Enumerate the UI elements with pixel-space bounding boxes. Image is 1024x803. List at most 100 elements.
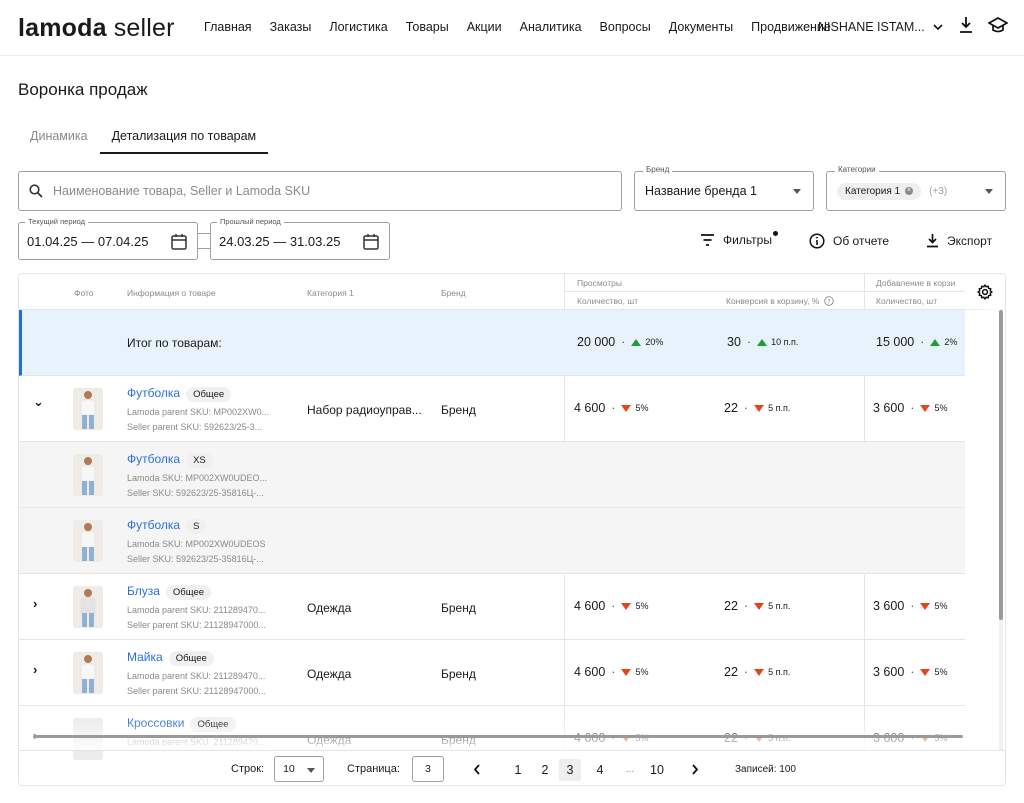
nav-item[interactable]: Заказы: [270, 20, 312, 34]
table-row[interactable]: › Блуза Общее Lamoda parent SKU: 211289470.…: [19, 574, 965, 640]
remove-chip-icon[interactable]: ×: [905, 187, 914, 195]
table-row[interactable]: ⌄ Футболка Общее Lamoda parent SKU: MP002XW…: [19, 376, 965, 442]
caret-down-icon: [985, 189, 993, 194]
collapse-row-icon[interactable]: ⌄: [33, 394, 44, 410]
rows-value: 10: [283, 763, 295, 775]
total-views-change: 20%: [645, 337, 664, 347]
page-number[interactable]: 10: [646, 759, 668, 781]
expand-row-icon[interactable]: ›: [33, 662, 37, 677]
top-bar: lamoda seller Главная Заказы Логистика Това…: [0, 0, 1024, 56]
calendar-icon[interactable]: [171, 233, 187, 250]
cart-metric-value: 3 600: [873, 665, 905, 679]
product-photo[interactable]: [73, 454, 103, 496]
brand-select[interactable]: Бренд Название бренда 1: [634, 165, 814, 211]
gear-icon[interactable]: [977, 284, 993, 300]
variant-row[interactable]: Футболка XS Lamoda SKU: MP002XW0UDEO... Sel…: [19, 442, 965, 508]
nav-item[interactable]: Товары: [406, 20, 449, 34]
category-select[interactable]: Категории Категория 1 × (+3): [826, 165, 1006, 211]
arrow-down-icon: [621, 404, 632, 412]
chevron-down-icon: [933, 23, 943, 30]
help-icon[interactable]: ?: [824, 296, 835, 306]
views-metric-value: 4 600: [574, 599, 606, 613]
variant-tag: XS: [186, 453, 213, 468]
brand-value: Название бренда 1: [645, 184, 757, 198]
seller-sku: Seller SKU: 592623/25-35816Ц-...: [127, 554, 264, 564]
nav-item[interactable]: Аналитика: [520, 20, 582, 34]
nav-item[interactable]: Документы: [669, 20, 733, 34]
total-views-value: 20 000: [577, 335, 616, 349]
horizontal-scrollbar-thumb[interactable]: [33, 735, 963, 738]
conv-metric-change: 5 п.п.: [768, 667, 791, 677]
cart-metric-change: 5%: [934, 667, 948, 677]
export-button[interactable]: Экспорт: [926, 233, 992, 248]
total-conv: 30 · 10 п.п.: [727, 335, 799, 349]
calendar-icon[interactable]: [363, 233, 379, 250]
product-photo[interactable]: [73, 586, 103, 628]
product-name-link[interactable]: Майка: [127, 650, 163, 664]
page-number[interactable]: 2: [534, 759, 556, 781]
conv-metric-change: 5 п.п.: [768, 403, 791, 413]
tabs: Динамика Детализация по товарам: [18, 122, 1006, 154]
download-icon: [927, 234, 938, 248]
page-number[interactable]: 4: [589, 759, 611, 781]
nav-item[interactable]: Акции: [467, 20, 502, 34]
expand-row-icon[interactable]: ›: [33, 596, 37, 611]
nav-item[interactable]: Главная: [204, 20, 252, 34]
seller-sku: Seller parent SKU: 592623/25-3...: [127, 422, 263, 432]
lamoda-sku: Lamoda parent SKU: MP002XW0...: [127, 407, 270, 417]
product-name-link[interactable]: Футболка: [127, 452, 180, 466]
column-group-views: Просмотры: [577, 278, 622, 288]
total-cart-value: 15 000: [876, 335, 915, 349]
views-metric: 4 600·5%: [574, 401, 649, 415]
conv-metric-value: 22: [724, 599, 738, 613]
total-label: Итог по товарам:: [127, 336, 222, 350]
chevron-left-icon[interactable]: [473, 764, 481, 775]
search-input[interactable]: Наименование товара, Seller и Lamoda SKU: [18, 171, 622, 211]
logo[interactable]: lamoda seller: [18, 14, 175, 43]
vertical-scrollbar-thumb[interactable]: [999, 310, 1003, 620]
caret-down-icon: [793, 189, 801, 194]
product-photo[interactable]: [73, 520, 103, 562]
column-category: Категория 1: [307, 288, 354, 298]
nav-item[interactable]: Логистика: [329, 20, 387, 34]
total-cart-change: 2%: [944, 337, 958, 347]
education-icon[interactable]: [988, 16, 1008, 34]
current-period-picker[interactable]: Текущий период 01.04.25 — 07.04.25: [18, 217, 198, 260]
user-menu[interactable]: NISHANE ISTAM...: [818, 20, 943, 34]
variant-row[interactable]: Футболка S Lamoda SKU: MP002XW0UDEOS Seller…: [19, 508, 965, 574]
table-row[interactable]: › Майка Общее Lamoda parent SKU: 211289470.…: [19, 640, 965, 706]
previous-period-picker[interactable]: Прошлый период 24.03.25 — 31.03.25: [210, 217, 390, 260]
variant-tag: Общее: [186, 387, 232, 402]
product-photo[interactable]: [73, 652, 103, 694]
chevron-right-icon[interactable]: [691, 764, 699, 775]
category-more-count: (+3): [929, 185, 948, 197]
filters-button[interactable]: Фильтры: [700, 231, 778, 247]
tab-product-details[interactable]: Детализация по товарам: [99, 122, 269, 154]
nav-item[interactable]: Вопросы: [600, 20, 651, 34]
product-name-link[interactable]: Футболка: [127, 386, 180, 400]
conv-metric: 22·5 п.п.: [724, 401, 791, 415]
previous-period-value: 24.03.25 — 31.03.25: [219, 233, 341, 249]
page-jump: Страница: 3: [347, 751, 444, 785]
category-chip[interactable]: Категория 1 ×: [837, 182, 922, 200]
page-number[interactable]: 3: [559, 759, 581, 781]
views-metric-value: 4 600: [574, 665, 606, 679]
export-label: Экспорт: [947, 233, 993, 248]
page-input[interactable]: 3: [411, 756, 444, 782]
tab-dynamics[interactable]: Динамика: [18, 122, 100, 154]
about-report-button[interactable]: Об отчете: [809, 233, 889, 249]
page-number[interactable]: 1: [507, 759, 529, 781]
product-name-link[interactable]: Блуза: [127, 584, 160, 598]
seller-sku: Seller parent SKU: 21128947000...: [127, 620, 266, 630]
product-name-link[interactable]: Футболка: [127, 518, 180, 532]
product-photo[interactable]: [73, 388, 103, 430]
table-header: Фото Информация о товаре Категория 1 Бре…: [19, 274, 1005, 310]
cart-metric-change: 5%: [934, 601, 948, 611]
conv-metric-change: 5 п.п.: [768, 601, 791, 611]
column-group-cart: Добавление в корзи: [876, 278, 956, 288]
download-icon[interactable]: [958, 16, 974, 34]
arrow-down-icon: [621, 602, 632, 610]
arrow-down-icon: [920, 668, 931, 676]
column-views-qty: Количество, шт: [577, 296, 639, 306]
rows-select[interactable]: 10: [274, 756, 325, 782]
